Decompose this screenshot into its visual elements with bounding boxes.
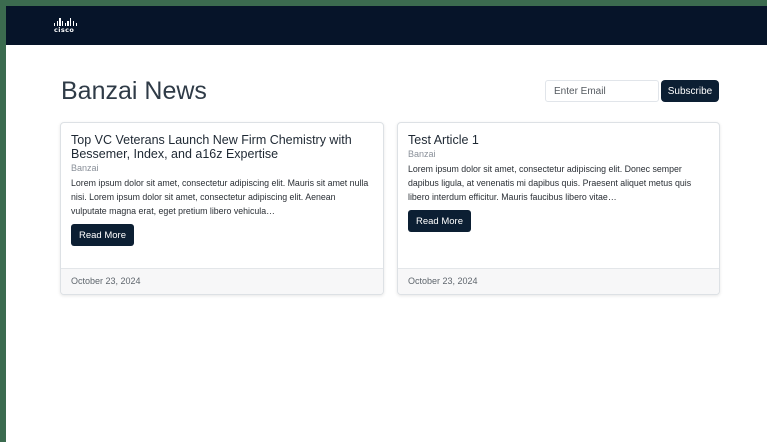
read-more-button[interactable]: Read More [408, 210, 471, 232]
read-more-button[interactable]: Read More [71, 224, 134, 246]
article-date: October 23, 2024 [61, 268, 383, 294]
card-body: Top VC Veterans Launch New Firm Chemistr… [61, 123, 383, 269]
subscribe-form: Subscribe [545, 80, 719, 102]
article-author: Banzai [71, 163, 99, 173]
article-excerpt: Lorem ipsum dolor sit amet, consectetur … [71, 178, 369, 216]
article-author: Banzai [408, 149, 436, 159]
article-card: Top VC Veterans Launch New Firm Chemistr… [60, 122, 384, 295]
top-navigation-bar: cisco [6, 6, 767, 45]
cisco-logo-icon [54, 18, 94, 26]
email-input[interactable] [545, 80, 659, 102]
article-excerpt: Lorem ipsum dolor sit amet, consectetur … [408, 164, 692, 202]
card-body: Test Article 1 Banzai Lorem ipsum dolor … [398, 123, 719, 269]
page-title: Banzai News [61, 77, 207, 105]
article-title: Test Article 1 [408, 133, 479, 147]
article-title: Top VC Veterans Launch New Firm Chemistr… [71, 133, 352, 161]
article-card: Test Article 1 Banzai Lorem ipsum dolor … [397, 122, 720, 295]
browser-viewport: cisco Banzai News Subscribe Top VC Veter… [6, 6, 767, 442]
article-date: October 23, 2024 [398, 268, 719, 294]
logo-text: cisco [54, 26, 75, 34]
subscribe-button[interactable]: Subscribe [661, 80, 719, 102]
cisco-logo[interactable]: cisco [54, 18, 94, 36]
